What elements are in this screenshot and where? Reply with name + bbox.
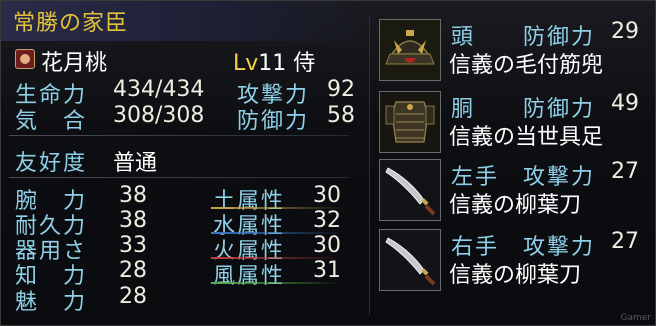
kabuto-helmet-icon[interactable] bbox=[379, 19, 441, 81]
slot-head-stat-value: 29 bbox=[611, 19, 639, 44]
status-panel: 常勝の家臣 花月桃 Lv11 侍 生命力 434/434 気 合 308/308… bbox=[0, 0, 656, 326]
stat-dexterity-value: 33 bbox=[119, 233, 147, 258]
stat-charm-label: 魅 力 bbox=[15, 290, 88, 315]
slot-left-hand-item-name[interactable]: 信義の柳葉刀 bbox=[449, 187, 581, 219]
defense-label: 防御力 bbox=[237, 109, 310, 134]
slot-right-hand-stat-value: 27 bbox=[611, 229, 639, 254]
ki-value: 308/308 bbox=[113, 103, 205, 128]
defense-value: 58 bbox=[327, 103, 355, 128]
character-class: 侍 bbox=[293, 51, 316, 76]
level-prefix: Lv bbox=[233, 51, 259, 76]
slot-body-item-name[interactable]: 信義の当世具足 bbox=[449, 119, 603, 151]
slot-left-hand-stat-value: 27 bbox=[611, 159, 639, 184]
character-level: Lv11 侍 bbox=[233, 45, 315, 77]
attr-wind-value: 31 bbox=[313, 258, 341, 283]
attr-earth-value: 30 bbox=[313, 183, 341, 208]
attr-fire-value: 30 bbox=[313, 233, 341, 258]
hp-value: 434/434 bbox=[113, 77, 205, 102]
mon-crest-icon bbox=[15, 49, 35, 69]
stat-charm-value: 28 bbox=[119, 284, 147, 309]
slot-body-stat-value: 49 bbox=[611, 91, 639, 116]
attack-value: 92 bbox=[327, 77, 355, 102]
character-name: 花月桃 bbox=[41, 51, 108, 76]
willow-blade-icon[interactable] bbox=[379, 229, 441, 291]
friendship-label: 友好度 bbox=[15, 151, 88, 176]
divider bbox=[9, 135, 349, 136]
willow-blade-icon[interactable] bbox=[379, 159, 441, 221]
armor-chest-icon[interactable] bbox=[379, 91, 441, 153]
attr-wind-underline bbox=[211, 282, 343, 284]
stat-intelligence-value: 28 bbox=[119, 258, 147, 283]
friendship-value: 普通 bbox=[113, 151, 158, 176]
slot-right-hand-item-name[interactable]: 信義の柳葉刀 bbox=[449, 257, 581, 289]
stat-endurance-value: 38 bbox=[119, 208, 147, 233]
column-divider bbox=[369, 15, 370, 315]
level-value: 11 bbox=[258, 51, 287, 76]
slot-head-item-name[interactable]: 信義の毛付筋兜 bbox=[449, 47, 603, 79]
ki-label: 気 合 bbox=[15, 109, 88, 134]
attr-wind-label: 風属性 bbox=[213, 264, 286, 289]
watermark-logo: Gamer bbox=[620, 313, 652, 323]
divider bbox=[9, 177, 349, 178]
attr-water-value: 32 bbox=[313, 208, 341, 233]
stat-strength-value: 38 bbox=[119, 183, 147, 208]
panel-title: 常勝の家臣 bbox=[13, 11, 129, 36]
